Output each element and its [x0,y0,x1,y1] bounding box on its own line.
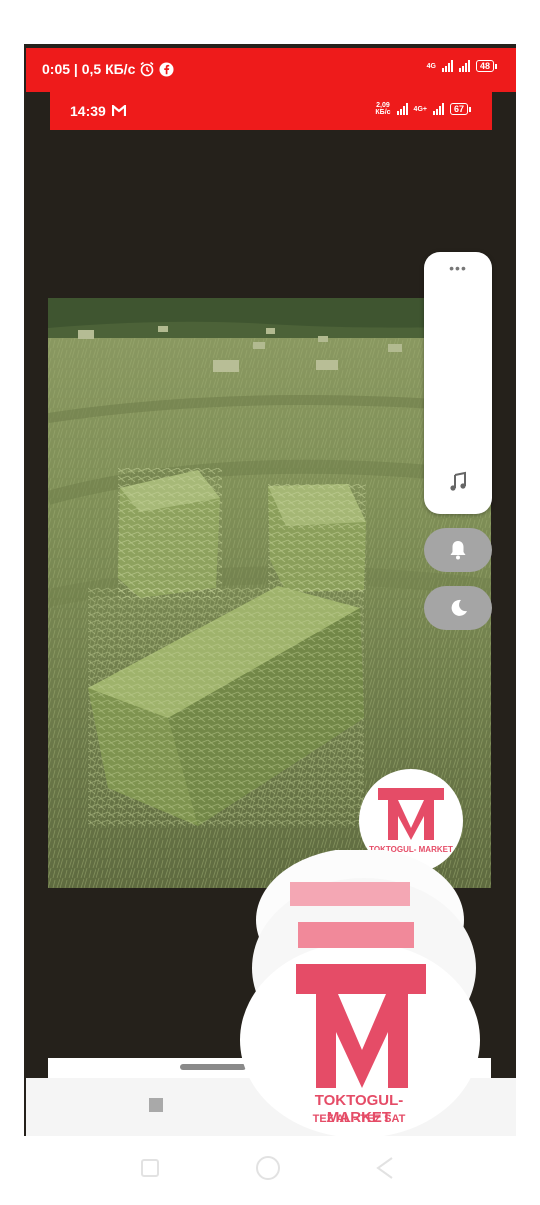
nav-home-icon [256,1156,280,1180]
battery-level: 48 [479,61,490,71]
signal-icon [441,60,453,72]
status-bar-inner: 14:39 2,09 КБ/с 4G+ 67 [50,92,492,130]
network-label: 4G [426,62,436,70]
status-inner-right: 2,09 КБ/с 4G+ 67 [375,102,472,116]
speed-value: 2,09 [376,102,390,109]
music-note-icon[interactable] [424,471,492,498]
bell-icon [450,541,466,560]
battery-icon-2: 67 [449,103,472,115]
more-dots-icon[interactable]: ••• [424,260,492,276]
status-inner-left: 14:39 [70,103,126,119]
floating-side-panel[interactable]: ••• [424,252,492,514]
hay-bale [118,468,222,598]
speed-unit: КБ/с [375,109,391,116]
status-left: 0:05 | 0,5 КБ/с [42,61,174,77]
hay-bale [268,484,366,592]
battery-level-2: 67 [453,104,464,114]
hay-bale [88,586,364,826]
gesture-pill[interactable] [180,1064,246,1070]
signal-icon-2 [458,60,470,72]
facebook-icon [159,61,174,77]
status-time: 14:39 [70,103,106,119]
bottom-navigation [0,1140,540,1200]
status-right: 4G 48 [426,60,498,72]
status-bar-outer: 0:05 | 0,5 КБ/с 4G 48 [26,48,516,92]
moon-icon [451,599,467,616]
watermark-slogan-text: TEZ AL - TEZ SAT [312,1113,406,1125]
alarm-icon [140,61,154,77]
moon-button[interactable] [424,586,492,630]
bell-button[interactable] [424,528,492,572]
signal-icon-4 [432,103,444,115]
recent-apps-button[interactable] [149,1098,163,1112]
nav-recent-icon [141,1159,159,1177]
battery-icon: 48 [475,60,498,72]
speed-readout: 2,09 КБ/с [375,102,390,116]
signal-icon-3 [396,103,408,115]
network-label-2: 4G+ [413,105,427,113]
nav-back-icon [376,1157,393,1179]
status-time-speed: 0:05 | 0,5 КБ/с [42,61,136,77]
gmail-icon [111,105,126,116]
